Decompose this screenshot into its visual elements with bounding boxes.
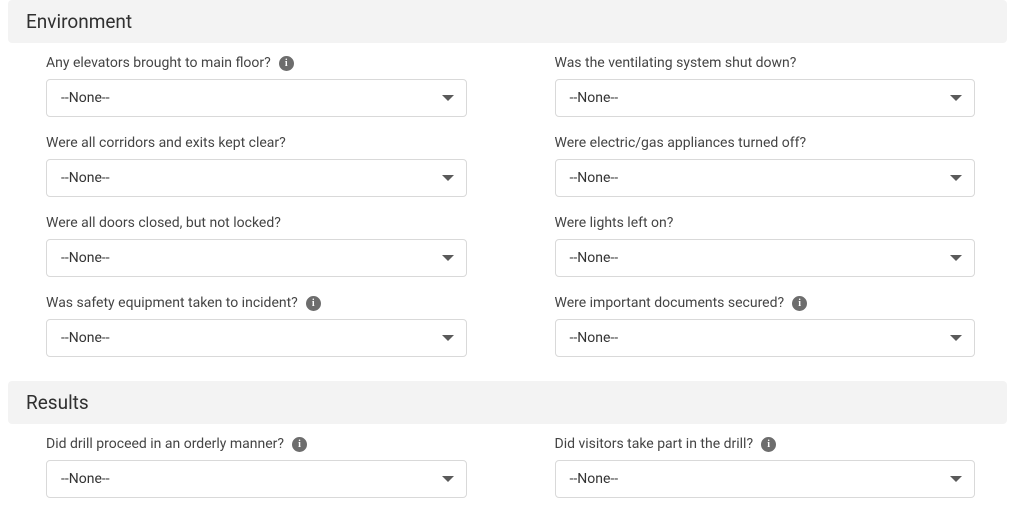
- field-label: Was safety equipment taken to incident? …: [46, 295, 467, 311]
- select-appliances[interactable]: --None--: [555, 159, 976, 197]
- label-text: Did visitors take part in the drill?: [555, 436, 754, 452]
- info-icon[interactable]: i: [792, 296, 807, 311]
- chevron-down-icon: [442, 335, 454, 341]
- field-label: Did drill proceed in an orderly manner? …: [46, 436, 467, 452]
- select-value: --None--: [570, 250, 619, 266]
- label-text: Was the ventilating system shut down?: [555, 55, 797, 71]
- field-label: Any elevators brought to main floor? i: [46, 55, 467, 71]
- info-icon[interactable]: i: [279, 56, 294, 71]
- select-ventilating[interactable]: --None--: [555, 79, 976, 117]
- field-label: Were important documents secured? i: [555, 295, 976, 311]
- select-value: --None--: [570, 330, 619, 346]
- chevron-down-icon: [950, 335, 962, 341]
- label-text: Were lights left on?: [555, 215, 674, 231]
- field-doors: Were all doors closed, but not locked? -…: [46, 215, 507, 277]
- chevron-down-icon: [950, 95, 962, 101]
- select-value: --None--: [61, 471, 110, 487]
- select-documents[interactable]: --None--: [555, 319, 976, 357]
- section-header-environment: Environment: [8, 0, 1007, 43]
- field-corridors: Were all corridors and exits kept clear?…: [46, 135, 507, 197]
- select-doors[interactable]: --None--: [46, 239, 467, 277]
- section-title: Results: [26, 391, 89, 414]
- field-label: Did visitors take part in the drill? i: [555, 436, 976, 452]
- field-visitors: Did visitors take part in the drill? i -…: [555, 436, 1015, 498]
- section-header-results: Results: [8, 381, 1007, 424]
- select-orderly[interactable]: --None--: [46, 460, 467, 498]
- field-orderly: Did drill proceed in an orderly manner? …: [46, 436, 507, 498]
- label-text: Did drill proceed in an orderly manner?: [46, 436, 284, 452]
- label-text: Were electric/gas appliances turned off?: [555, 135, 807, 151]
- chevron-down-icon: [950, 175, 962, 181]
- select-value: --None--: [61, 170, 110, 186]
- label-text: Were important documents secured?: [555, 295, 785, 311]
- chevron-down-icon: [442, 95, 454, 101]
- chevron-down-icon: [950, 476, 962, 482]
- chevron-down-icon: [442, 255, 454, 261]
- field-lights: Were lights left on? --None--: [555, 215, 1015, 277]
- field-appliances: Were electric/gas appliances turned off?…: [555, 135, 1015, 197]
- section-title: Environment: [26, 10, 132, 33]
- select-value: --None--: [61, 330, 110, 346]
- select-corridors[interactable]: --None--: [46, 159, 467, 197]
- field-ventilating: Was the ventilating system shut down? --…: [555, 55, 1015, 117]
- chevron-down-icon: [950, 255, 962, 261]
- label-text: Was safety equipment taken to incident?: [46, 295, 298, 311]
- select-value: --None--: [61, 90, 110, 106]
- environment-form-grid: Any elevators brought to main floor? i -…: [0, 55, 1015, 381]
- select-safety-equipment[interactable]: --None--: [46, 319, 467, 357]
- select-value: --None--: [570, 170, 619, 186]
- field-label: Were electric/gas appliances turned off?: [555, 135, 976, 151]
- info-icon[interactable]: i: [761, 437, 776, 452]
- chevron-down-icon: [442, 476, 454, 482]
- field-label: Were all doors closed, but not locked?: [46, 215, 467, 231]
- select-value: --None--: [570, 471, 619, 487]
- label-text: Were all doors closed, but not locked?: [46, 215, 281, 231]
- select-lights[interactable]: --None--: [555, 239, 976, 277]
- field-label: Was the ventilating system shut down?: [555, 55, 976, 71]
- select-value: --None--: [570, 90, 619, 106]
- info-icon[interactable]: i: [292, 437, 307, 452]
- label-text: Were all corridors and exits kept clear?: [46, 135, 286, 151]
- field-label: Were lights left on?: [555, 215, 976, 231]
- field-label: Were all corridors and exits kept clear?: [46, 135, 467, 151]
- select-elevators[interactable]: --None--: [46, 79, 467, 117]
- field-elevators: Any elevators brought to main floor? i -…: [46, 55, 507, 117]
- results-form-grid: Did drill proceed in an orderly manner? …: [0, 436, 1015, 522]
- label-text: Any elevators brought to main floor?: [46, 55, 271, 71]
- info-icon[interactable]: i: [306, 296, 321, 311]
- field-safety-equipment: Was safety equipment taken to incident? …: [46, 295, 507, 357]
- select-value: --None--: [61, 250, 110, 266]
- select-visitors[interactable]: --None--: [555, 460, 976, 498]
- field-documents: Were important documents secured? i --No…: [555, 295, 1015, 357]
- chevron-down-icon: [442, 175, 454, 181]
